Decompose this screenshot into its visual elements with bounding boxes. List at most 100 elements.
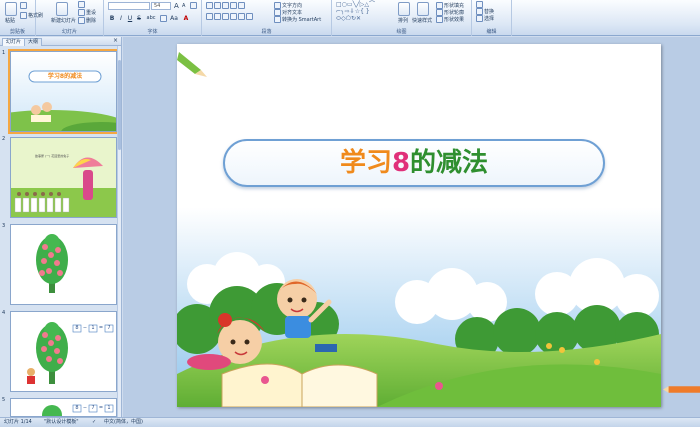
pencil-decoration-icon: [663, 386, 700, 393]
distribute-icon: [238, 13, 245, 20]
underline-button[interactable]: U: [126, 15, 134, 22]
thumbnail-2-art: [11, 138, 116, 217]
align-text-button[interactable]: 对齐文本: [274, 9, 302, 16]
thumbnail-row[interactable]: 1 学习8的减法: [0, 49, 119, 134]
slide-thumbnail-2[interactable]: 故事屋 (一) 花园里的兔子: [10, 137, 117, 218]
quick-styles-button[interactable]: 快速样式: [412, 17, 432, 24]
spellcheck-icon[interactable]: ✓: [92, 418, 96, 427]
strikethrough-button[interactable]: S: [135, 15, 143, 22]
font-size-combo[interactable]: 54: [151, 2, 171, 10]
spacing-icon: [160, 15, 167, 22]
shrink-font-button[interactable]: A: [182, 3, 185, 9]
slide-thumbnail-4[interactable]: 8−1 = 7: [10, 311, 117, 392]
slide-number: 2: [2, 136, 6, 142]
editing-group: 替换 选择 编辑: [472, 0, 512, 36]
close-pane-icon[interactable]: ×: [113, 37, 118, 44]
shape-fill-button[interactable]: 形状填充: [436, 2, 464, 9]
numbering-icon: [214, 2, 221, 9]
columns-icon: [246, 13, 253, 20]
bold-button[interactable]: B: [108, 15, 116, 22]
delete-icon: [78, 17, 85, 24]
replace-button[interactable]: 替换: [476, 8, 494, 15]
slide-number: 4: [2, 310, 6, 316]
new-slide-button[interactable]: 新建幻灯片: [51, 17, 76, 24]
tab-slides[interactable]: 幻灯片: [2, 38, 26, 46]
reset-icon: [78, 9, 85, 16]
thumbnail-4-expression: 8−1 = 7: [73, 324, 115, 332]
text-direction-icon: [274, 2, 281, 9]
ribbon: 粘贴 格式刷 剪贴板 新建幻灯片 重设 删除 幻灯片 54 A A B I U …: [0, 0, 700, 36]
thumbnail-5-expression: 8−7 = 1: [73, 404, 115, 412]
slide-thumbnail-1[interactable]: 学习8的减法: [8, 49, 119, 134]
slides-group: 新建幻灯片 重设 删除 幻灯片: [36, 0, 104, 36]
expr-op: =: [98, 325, 104, 331]
scrollbar-thumb[interactable]: [118, 60, 121, 150]
align-buttons[interactable]: [206, 13, 254, 20]
bullets-button[interactable]: [206, 2, 246, 9]
slide-number: 1: [2, 50, 6, 56]
shape-effects-button[interactable]: 形状效果: [436, 16, 464, 23]
delete-slide-button[interactable]: 删除: [78, 17, 96, 24]
paste-button[interactable]: 粘贴: [5, 17, 15, 24]
quick-styles-icon[interactable]: [417, 2, 429, 16]
shadow-button[interactable]: abc: [144, 15, 158, 21]
slide-canvas[interactable]: 学习8的减法: [177, 44, 661, 407]
italic-button[interactable]: I: [117, 15, 125, 22]
pane-scrollbar[interactable]: [117, 46, 121, 417]
indent-increase-icon: [230, 2, 237, 9]
layout-button[interactable]: [78, 1, 86, 8]
paragraph-group-label: 段落: [261, 29, 272, 35]
tab-outline[interactable]: 大纲: [24, 38, 43, 46]
font-color-button[interactable]: A: [182, 15, 190, 22]
clipboard-group-label: 剪贴板: [9, 29, 25, 35]
slide-thumbnail-3[interactable]: [10, 224, 117, 305]
title-text-part: 学习: [339, 148, 392, 178]
expr-num: 7: [107, 325, 111, 331]
drawing-group: □○▭╲╱▷△⌒ ⌐╮⇨⇩☆{ } ⬭◇⬠↻✕ 排列 快速样式 形状填充 形状轮廓 …: [332, 0, 472, 36]
replace-icon: [476, 8, 483, 15]
layout-icon: [78, 1, 85, 8]
char-spacing-button[interactable]: [160, 15, 168, 22]
align-left-icon: [206, 13, 213, 20]
effects-icon: [436, 16, 443, 23]
arrange-button[interactable]: 排列: [398, 17, 408, 24]
thumbnail-row[interactable]: 4 8−1 = 7: [0, 310, 118, 394]
expr-op: −: [82, 325, 88, 331]
new-slide-icon[interactable]: [56, 2, 68, 16]
arrange-icon[interactable]: [398, 2, 410, 16]
reset-button[interactable]: 重设: [78, 9, 96, 16]
shape-outline-button[interactable]: 形状轮廓: [436, 9, 464, 16]
clear-format-button[interactable]: [190, 2, 198, 9]
drawing-group-label: 绘图: [396, 29, 407, 35]
shapes-gallery[interactable]: □○▭╲╱▷△⌒ ⌐╮⇨⇩☆{ } ⬭◇⬠↻✕: [336, 1, 375, 22]
clipboard-group: 粘贴 格式刷 剪贴板: [0, 0, 43, 36]
grow-font-button[interactable]: A: [174, 2, 179, 10]
cut-button[interactable]: [20, 2, 28, 9]
thumbnail-row[interactable]: 5 8−7 = 1: [0, 397, 118, 417]
binoculars-icon: [476, 1, 483, 8]
select-button[interactable]: 选择: [476, 15, 494, 22]
thumbnail-1-art: [11, 52, 116, 131]
expr-num: 1: [107, 405, 111, 411]
slide-title-box[interactable]: 学习8的减法: [223, 139, 605, 187]
title-text-part: 的减法: [410, 148, 489, 178]
status-bar: 幻灯片 1/14 "默认设计模板" ✓ 中文(简体，中国): [0, 417, 700, 427]
thumbnail-row[interactable]: 3: [0, 223, 118, 307]
font-group: 54 A A B I U S abc Aa A 字体: [104, 0, 202, 36]
find-button[interactable]: [476, 1, 484, 8]
eraser-icon: [190, 2, 197, 9]
theme-name: "默认设计模板": [44, 419, 79, 425]
slide-counter: 幻灯片 1/14: [4, 419, 32, 425]
slide-thumbnail-5[interactable]: 8−7 = 1: [10, 398, 117, 417]
smartart-button[interactable]: 转换为 SmartArt: [274, 16, 321, 23]
text-direction-button[interactable]: 文字方向: [274, 2, 302, 9]
title-number: 8: [391, 148, 411, 178]
paste-icon[interactable]: [5, 2, 17, 16]
change-case-button[interactable]: Aa: [170, 15, 178, 22]
expr-num: 8: [75, 405, 79, 411]
thumbnail-row[interactable]: 2 故事屋 (一) 花园里的兔子: [0, 136, 118, 220]
expr-op: −: [82, 405, 88, 411]
scissors-icon: [20, 2, 27, 9]
slide-number: 5: [2, 397, 6, 403]
font-name-combo[interactable]: [108, 2, 150, 10]
